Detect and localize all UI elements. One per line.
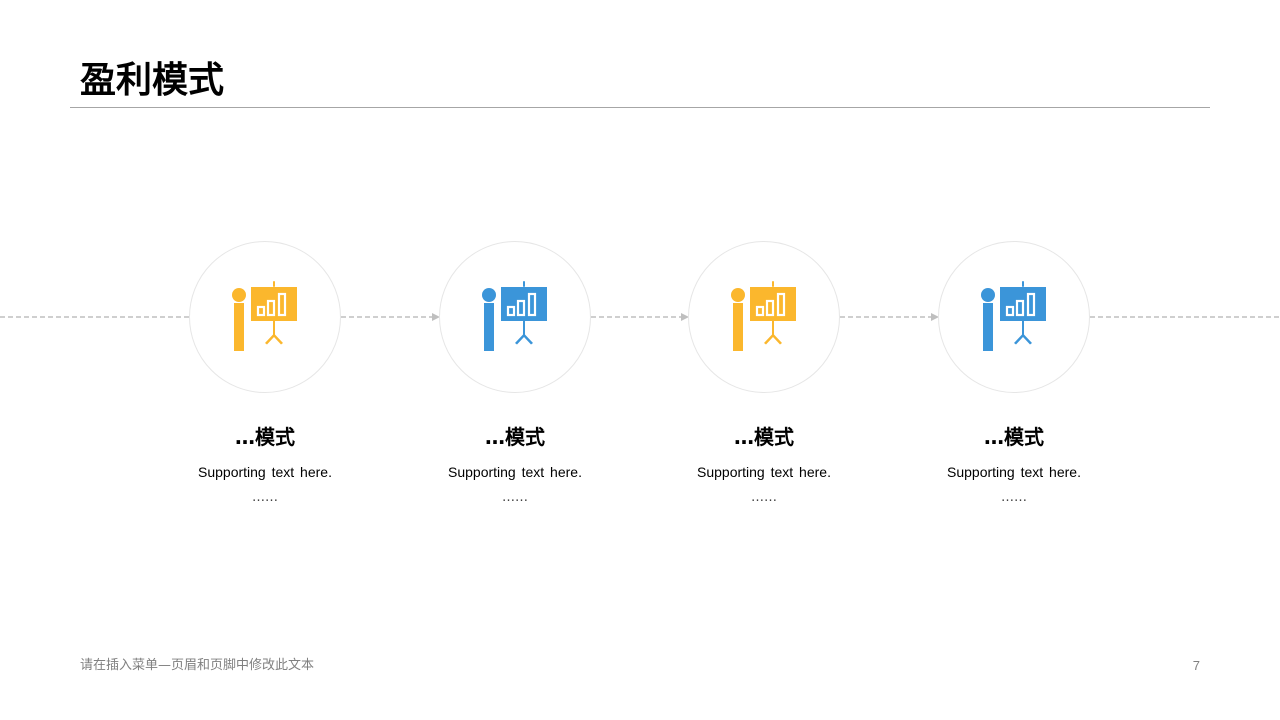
presentation-icon — [232, 281, 297, 351]
step-icon-circle — [938, 241, 1090, 393]
slide-title: 盈利模式 — [80, 60, 225, 101]
step-title: …模式 — [984, 425, 1044, 449]
step-4: …模式 Supporting text here. …… — [938, 241, 1090, 507]
connector-arrow-2 — [591, 313, 689, 321]
step-ellipsis: …… — [1001, 490, 1027, 505]
step-icon-circle — [688, 241, 840, 393]
step-supporting-text: Supporting text here. — [448, 464, 582, 480]
presentation-icon — [731, 281, 796, 351]
footer-text: 请在插入菜单—页眉和页脚中修改此文本 — [80, 658, 315, 673]
step-3: …模式 Supporting text here. …… — [688, 241, 840, 507]
step-icon-circle — [189, 241, 341, 393]
step-supporting-text: Supporting text here. — [198, 464, 332, 480]
connector-arrow-1 — [341, 313, 440, 321]
page-number: 7 — [1192, 658, 1200, 673]
presentation-icon — [482, 281, 547, 351]
title-divider — [70, 107, 1210, 108]
step-title: …模式 — [235, 425, 295, 449]
step-supporting-text: Supporting text here. — [697, 464, 831, 480]
connector-right — [1090, 316, 1280, 318]
step-1: …模式 Supporting text here. …… — [189, 241, 341, 507]
connector-arrow-3 — [840, 313, 939, 321]
step-ellipsis: …… — [502, 490, 528, 505]
step-ellipsis: …… — [252, 490, 278, 505]
step-2: …模式 Supporting text here. …… — [439, 241, 591, 507]
connector-left — [0, 316, 190, 318]
slide: 盈利模式 …模式 Supporting text here. …… …模式 Su… — [0, 0, 1280, 720]
step-icon-circle — [439, 241, 591, 393]
step-title: …模式 — [734, 425, 794, 449]
step-title: …模式 — [485, 425, 545, 449]
presentation-icon — [981, 281, 1046, 351]
step-supporting-text: Supporting text here. — [947, 464, 1081, 480]
step-ellipsis: …… — [751, 490, 777, 505]
